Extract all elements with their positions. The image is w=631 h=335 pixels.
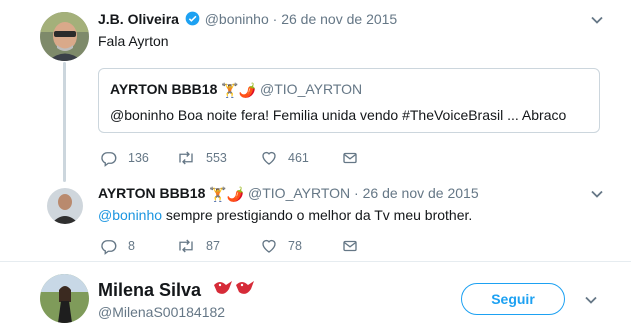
retweet-button[interactable]: 553 bbox=[176, 148, 227, 168]
retweet-icon bbox=[179, 239, 193, 253]
chili-emoji: 🌶️ bbox=[226, 186, 245, 202]
tweet-date[interactable]: 26 de nov de 2015 bbox=[281, 11, 397, 27]
mention-link[interactable]: @boninho bbox=[98, 207, 162, 223]
like-count: 461 bbox=[288, 151, 309, 165]
reply-button[interactable]: 136 bbox=[100, 148, 149, 168]
author-name[interactable]: AYRTON BBB18 bbox=[98, 185, 205, 201]
follow-button[interactable]: Seguir bbox=[461, 283, 565, 315]
chevron-down-icon[interactable] bbox=[589, 186, 605, 202]
tweet-text-rest: sempre prestigiando o melhor da Tv meu b… bbox=[162, 207, 473, 223]
profile-handle[interactable]: @MilenaS00184182 bbox=[98, 303, 225, 321]
tweet-actions: 136 553 461 bbox=[100, 148, 360, 168]
quote-header: AYRTON BBB18 🏋️🌶️ @TIO_AYRTON bbox=[110, 80, 362, 99]
reply-count: 136 bbox=[128, 151, 149, 165]
like-icon bbox=[262, 239, 276, 253]
like-button[interactable]: 461 bbox=[260, 148, 309, 168]
weightlifter-emoji: 🏋️ bbox=[209, 186, 227, 202]
tweet-tio-ayrton[interactable]: AYRTON BBB18 🏋️🌶️ @TIO_AYRTON · 26 de no… bbox=[0, 180, 631, 260]
bird-emoji bbox=[214, 281, 255, 294]
author-handle[interactable]: @boninho bbox=[205, 11, 269, 27]
reply-button[interactable]: 8 bbox=[100, 236, 135, 256]
retweet-icon bbox=[179, 151, 193, 165]
quote-text: @boninho Boa noite fera! Femilia unida v… bbox=[110, 107, 567, 123]
quote-author-name: AYRTON BBB18 bbox=[110, 81, 218, 97]
profile-card: Milena Silva @MilenaS00184182 Seguir bbox=[0, 262, 631, 335]
dm-icon bbox=[343, 240, 357, 252]
author-handle[interactable]: @TIO_AYRTON bbox=[248, 185, 350, 201]
avatar-tio-ayrton[interactable] bbox=[47, 188, 83, 224]
like-button[interactable]: 78 bbox=[260, 236, 302, 256]
tweet-text: Fala Ayrton bbox=[98, 33, 169, 49]
avatar-boninho[interactable] bbox=[40, 12, 89, 61]
retweet-count: 553 bbox=[206, 151, 227, 165]
weightlifter-emoji: 🏋️ bbox=[221, 82, 239, 98]
tweet-header: J.B. Oliveira @boninho · 26 de nov de 20… bbox=[98, 10, 397, 28]
tweet-date[interactable]: 26 de nov de 2015 bbox=[363, 185, 479, 201]
tweet-actions: 8 87 78 bbox=[100, 236, 360, 256]
separator-dot: · bbox=[272, 11, 278, 27]
chili-emoji: 🌶️ bbox=[238, 82, 257, 98]
like-count: 78 bbox=[288, 239, 302, 253]
quote-author-handle: @TIO_AYRTON bbox=[260, 81, 363, 97]
retweet-button[interactable]: 87 bbox=[176, 236, 220, 256]
chevron-down-icon[interactable] bbox=[583, 292, 599, 308]
tweet-header: AYRTON BBB18 🏋️🌶️ @TIO_AYRTON · 26 de no… bbox=[98, 184, 479, 203]
reply-icon bbox=[101, 152, 117, 167]
profile-name[interactable]: Milena Silva bbox=[98, 280, 201, 300]
tweet-boninho[interactable]: J.B. Oliveira @boninho · 26 de nov de 20… bbox=[0, 0, 631, 180]
avatar-milena[interactable] bbox=[40, 274, 89, 323]
separator-dot: · bbox=[354, 185, 359, 201]
profile-name-row: Milena Silva bbox=[98, 277, 256, 301]
chevron-down-icon[interactable] bbox=[589, 12, 605, 28]
like-icon bbox=[262, 151, 276, 165]
verified-icon bbox=[185, 11, 200, 26]
tweet-text: @boninho sempre prestigiando o melhor da… bbox=[98, 206, 472, 224]
dm-button[interactable] bbox=[341, 148, 369, 168]
reply-count: 8 bbox=[128, 239, 135, 253]
dm-button[interactable] bbox=[341, 236, 369, 256]
retweet-count: 87 bbox=[206, 239, 220, 253]
quoted-tweet[interactable]: AYRTON BBB18 🏋️🌶️ @TIO_AYRTON @boninho B… bbox=[98, 68, 600, 133]
dm-icon bbox=[343, 152, 357, 164]
reply-icon bbox=[101, 240, 117, 255]
author-name[interactable]: J.B. Oliveira bbox=[98, 11, 179, 27]
